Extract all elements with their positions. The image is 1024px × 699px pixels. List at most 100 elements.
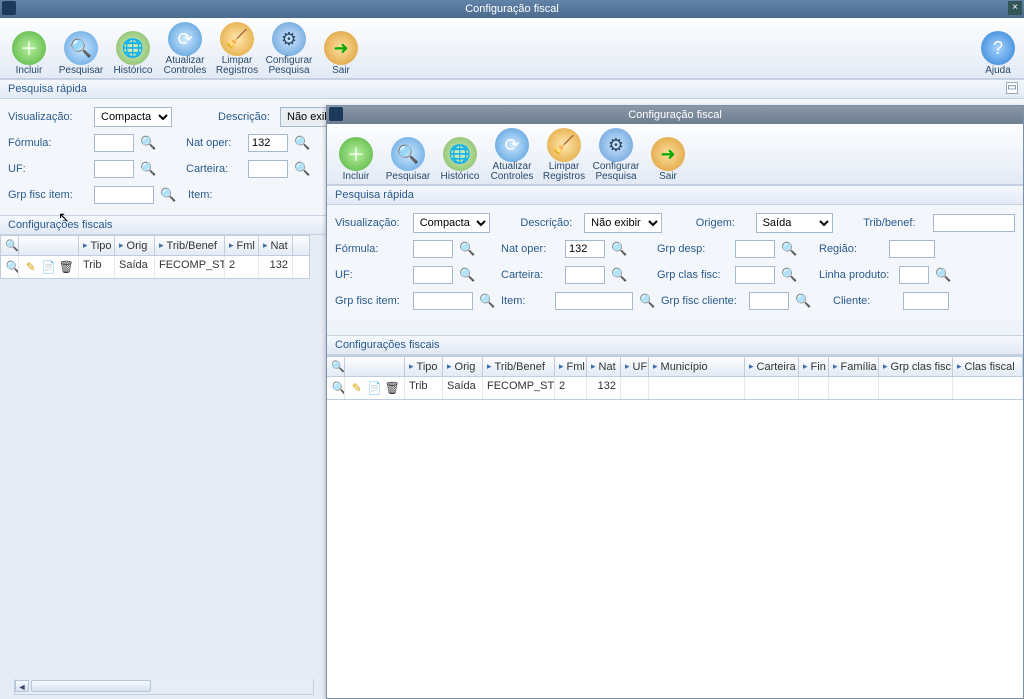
- row-copy-icon[interactable]: 📄: [367, 380, 383, 396]
- carteira-input[interactable]: [248, 160, 288, 178]
- col-fin[interactable]: ▸Fin: [799, 357, 829, 376]
- col-tribbenef[interactable]: ▸Trib/Benef: [155, 236, 225, 255]
- scroll-thumb[interactable]: [31, 680, 151, 692]
- carteira-label: Carteira:: [501, 269, 559, 281]
- visualizacao-select[interactable]: Compacta: [94, 107, 172, 127]
- grpfisccli-input[interactable]: [749, 292, 789, 310]
- row-copy-icon[interactable]: 📄: [41, 259, 57, 275]
- pesquisar-button[interactable]: 🔍Pesquisar: [58, 31, 104, 76]
- col-nat[interactable]: ▸Nat: [259, 236, 293, 255]
- atualizar-button[interactable]: ⟳Atualizar Controles: [162, 22, 208, 76]
- uf-lookup-icon[interactable]: 🔍: [140, 161, 156, 177]
- visualizacao-select[interactable]: Compacta: [413, 213, 491, 233]
- row-search-icon[interactable]: 🔍: [331, 380, 345, 396]
- row-edit-icon[interactable]: ✎: [349, 380, 365, 396]
- limpar-button[interactable]: 🧹Limpar Registros: [541, 128, 587, 182]
- atualizar-button[interactable]: ⟳Atualizar Controles: [489, 128, 535, 182]
- historico-button[interactable]: 🌐Histórico: [437, 137, 483, 182]
- uf-lookup-icon[interactable]: 🔍: [459, 267, 475, 283]
- grpfisccli-lookup-icon[interactable]: 🔍: [795, 293, 811, 309]
- sair-button[interactable]: ➜Sair: [645, 137, 691, 182]
- linhaprod-input[interactable]: [899, 266, 929, 284]
- regiao-input[interactable]: [889, 240, 935, 258]
- configurar-button[interactable]: ⚙Configurar Pesquisa: [266, 22, 312, 76]
- child-title: Configuração fiscal: [628, 109, 722, 121]
- natoper-label: Nat oper:: [501, 243, 559, 255]
- formula-lookup-icon[interactable]: 🔍: [459, 241, 475, 257]
- col-search[interactable]: 🔍: [327, 357, 345, 376]
- grpclasfisc-lookup-icon[interactable]: 🔍: [781, 267, 797, 283]
- row-delete-icon[interactable]: 🗑: [384, 380, 400, 396]
- natoper-lookup-icon[interactable]: 🔍: [611, 241, 627, 257]
- close-icon[interactable]: ×: [1008, 1, 1022, 15]
- natoper-input[interactable]: [248, 134, 288, 152]
- tribbenef-input[interactable]: [933, 214, 1015, 232]
- collapse-icon[interactable]: ▭: [1006, 82, 1018, 94]
- grpdesp-input[interactable]: [735, 240, 775, 258]
- col-grpclasfisc[interactable]: ▸Grp clas fisc: [879, 357, 953, 376]
- carteira-lookup-icon[interactable]: 🔍: [611, 267, 627, 283]
- row-delete-icon[interactable]: 🗑: [58, 259, 74, 275]
- help-icon: ?: [981, 31, 1015, 65]
- grpfiscitem-input[interactable]: [413, 292, 473, 310]
- col-fml[interactable]: ▸Fml: [225, 236, 259, 255]
- cell-tipo: Trib: [79, 256, 115, 278]
- child-window: Configuração fiscal ＋Incluir 🔍Pesquisar …: [326, 105, 1024, 699]
- col-trib[interactable]: ▸Trib/Benef: [483, 357, 555, 376]
- col-familia[interactable]: ▸Família: [829, 357, 879, 376]
- descricao-select[interactable]: Não exibir: [584, 213, 662, 233]
- origem-select[interactable]: Saída: [756, 213, 834, 233]
- col-uf[interactable]: ▸UF: [621, 357, 649, 376]
- col-tipo[interactable]: ▸Tipo: [405, 357, 443, 376]
- item-input[interactable]: [555, 292, 633, 310]
- col-carteira[interactable]: ▸Carteira: [745, 357, 799, 376]
- natoper-lookup-icon[interactable]: 🔍: [294, 135, 310, 151]
- natoper-input[interactable]: [565, 240, 605, 258]
- sair-button[interactable]: ➜Sair: [318, 31, 364, 76]
- col-orig[interactable]: ▸Orig: [115, 236, 155, 255]
- col-tipo[interactable]: ▸Tipo: [79, 236, 115, 255]
- col-municipio[interactable]: ▸Município: [649, 357, 745, 376]
- grpfisc-input[interactable]: [94, 186, 154, 204]
- pesquisar-button[interactable]: 🔍Pesquisar: [385, 137, 431, 182]
- table-row[interactable]: 🔍 ✎ 📄 🗑 Trib Saída FECOMP_ST 2 132: [0, 256, 310, 279]
- col-nat[interactable]: ▸Nat: [587, 357, 621, 376]
- table-row[interactable]: 🔍 ✎ 📄 🗑 Trib Saída FECOMP_ST 2 132: [327, 377, 1023, 400]
- grpclasfisc-input[interactable]: [735, 266, 775, 284]
- item-lookup-icon[interactable]: 🔍: [639, 293, 655, 309]
- child-config-label: Configurações fiscais: [335, 339, 440, 351]
- carteira-lookup-icon[interactable]: 🔍: [294, 161, 310, 177]
- configurar-button[interactable]: ⚙Configurar Pesquisa: [593, 128, 639, 182]
- col-clasfiscal[interactable]: ▸Clas fiscal: [953, 357, 1023, 376]
- row-edit-icon[interactable]: ✎: [23, 259, 39, 275]
- formula-input[interactable]: [94, 134, 134, 152]
- uf-input[interactable]: [413, 266, 453, 284]
- col-orig[interactable]: ▸Orig: [443, 357, 483, 376]
- grpdesp-lookup-icon[interactable]: 🔍: [781, 241, 797, 257]
- grpfisc-lookup-icon[interactable]: 🔍: [160, 187, 176, 203]
- formula-lookup-icon[interactable]: 🔍: [140, 135, 156, 151]
- sair-label: Sair: [332, 65, 350, 76]
- ajuda-button[interactable]: ?Ajuda: [978, 31, 1018, 76]
- limpar-button[interactable]: 🧹Limpar Registros: [214, 22, 260, 76]
- incluir-button[interactable]: ＋Incluir: [333, 137, 379, 182]
- horizontal-scrollbar[interactable]: ◄: [14, 679, 314, 695]
- formula-input[interactable]: [413, 240, 453, 258]
- item-label: Item:: [501, 295, 549, 307]
- linhaprod-lookup-icon[interactable]: 🔍: [935, 267, 951, 283]
- historico-button[interactable]: 🌐Histórico: [110, 31, 156, 76]
- col-fml[interactable]: ▸Fml: [555, 357, 587, 376]
- cliente-input[interactable]: [903, 292, 949, 310]
- scroll-left-icon[interactable]: ◄: [15, 680, 29, 692]
- carteira-input[interactable]: [565, 266, 605, 284]
- plus-icon: ＋: [339, 137, 373, 171]
- grpfiscitem-lookup-icon[interactable]: 🔍: [479, 293, 495, 309]
- col-search[interactable]: 🔍: [1, 236, 19, 255]
- cell-familia: [829, 377, 879, 399]
- row-search-icon[interactable]: 🔍: [5, 259, 19, 275]
- col-actions: [345, 357, 405, 376]
- incluir-button[interactable]: ＋Incluir: [6, 31, 52, 76]
- search-icon: 🔍: [64, 31, 98, 65]
- cell-nat: 132: [259, 256, 293, 278]
- uf-input[interactable]: [94, 160, 134, 178]
